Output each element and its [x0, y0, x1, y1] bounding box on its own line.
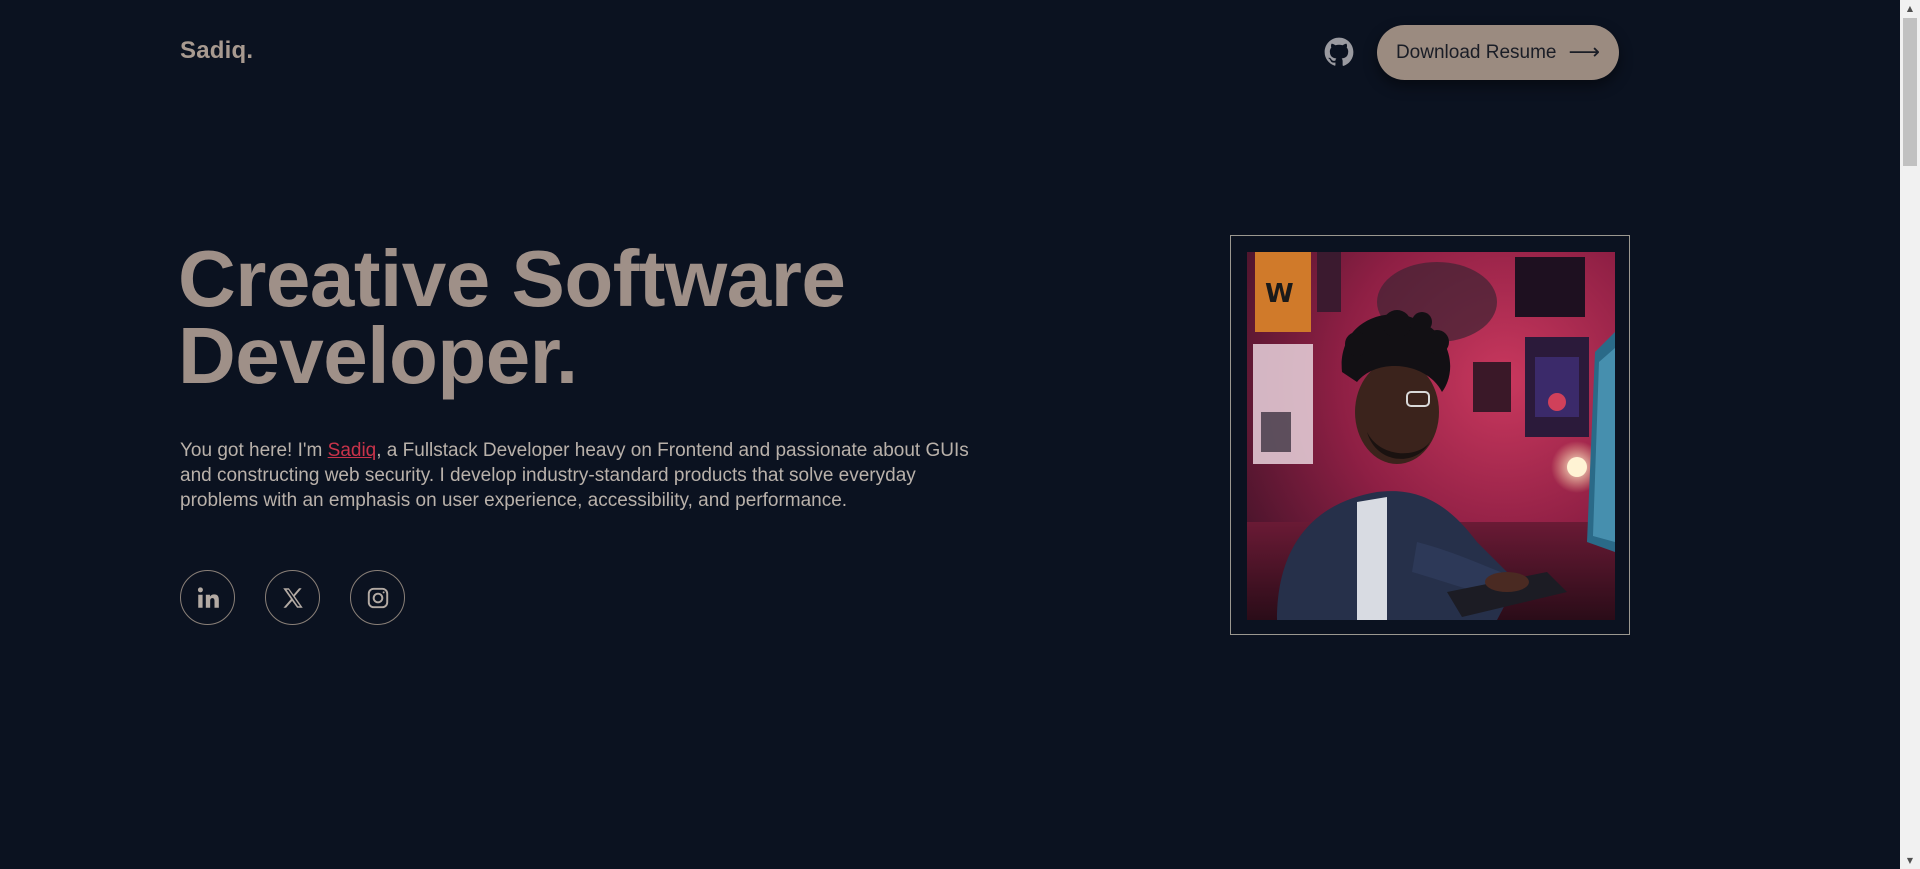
social-links — [180, 570, 405, 625]
developer-portrait-image: W — [1247, 252, 1615, 620]
page-scrollbar[interactable]: ▲ ▼ — [1900, 0, 1920, 869]
portfolio-page: Sadiq. Download Resume ⟶ Creative Softwa… — [0, 0, 1920, 869]
linkedin-icon — [197, 586, 219, 608]
github-icon — [1324, 37, 1354, 66]
portrait-frame: W — [1230, 235, 1630, 635]
x-icon — [282, 587, 303, 608]
download-resume-label: Download Resume — [1395, 41, 1557, 63]
scroll-up-icon[interactable]: ▲ — [1900, 0, 1920, 17]
linkedin-link[interactable] — [180, 570, 235, 625]
svg-text:W: W — [1265, 279, 1294, 309]
download-resume-button[interactable]: Download Resume ⟶ — [1377, 25, 1619, 80]
hero-title-line-2: Developer. — [178, 311, 578, 400]
hero-title-line-1: Creative Software — [178, 234, 846, 323]
site-logo[interactable]: Sadiq. — [180, 37, 253, 65]
x-link[interactable] — [265, 570, 320, 625]
intro-text-start: You got here! I'm — [180, 440, 328, 461]
intro-paragraph: You got here! I'm Sadiq, a Fullstack Dev… — [180, 438, 980, 513]
instagram-link[interactable] — [350, 570, 405, 625]
github-link[interactable] — [1324, 37, 1354, 67]
name-link[interactable]: Sadiq — [328, 440, 377, 461]
hero-title: Creative Software Developer. — [178, 234, 978, 400]
scroll-down-icon[interactable]: ▼ — [1900, 852, 1920, 869]
arrow-right-icon: ⟶ — [1568, 38, 1601, 64]
instagram-icon — [367, 587, 388, 608]
scrollbar-thumb[interactable] — [1903, 18, 1917, 166]
